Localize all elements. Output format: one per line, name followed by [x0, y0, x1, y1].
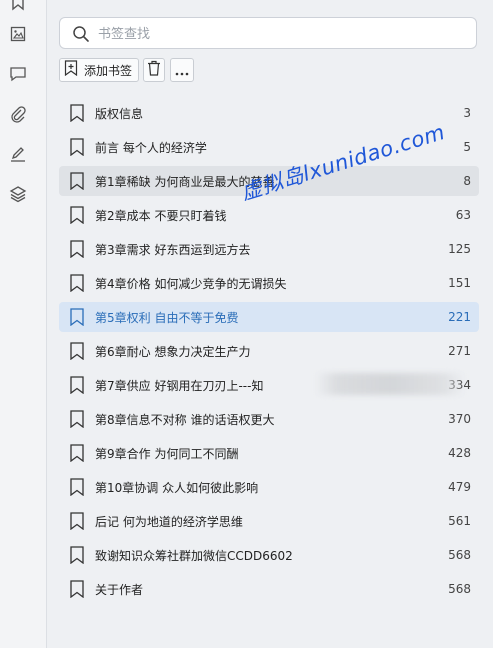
- bookmark-title: 第8章信息不对称 谁的话语权更大: [95, 412, 275, 427]
- bookmark-title: 第6章耐心 想象力决定生产力: [95, 344, 251, 359]
- bookmark-row[interactable]: 第4章价格 如何减少竞争的无谓损失 151: [59, 268, 479, 298]
- bookmark-icon: [70, 274, 84, 292]
- bookmark-row[interactable]: 致谢知识众筹社群加微信CCDD6602 568: [59, 540, 479, 570]
- add-bookmark-icon: [64, 60, 78, 80]
- bookmark-icon: [70, 308, 84, 326]
- add-bookmark-button[interactable]: 添加书签: [59, 58, 139, 82]
- bookmark-row[interactable]: 关于作者 568: [59, 574, 479, 604]
- bookmark-icon: [70, 342, 84, 360]
- bookmark-icon: [70, 512, 84, 530]
- delete-bookmark-button[interactable]: [143, 58, 165, 82]
- trash-icon: [147, 60, 161, 80]
- bookmark-row[interactable]: 第8章信息不对称 谁的话语权更大 370: [59, 404, 479, 434]
- bookmark-page: 479: [448, 480, 471, 494]
- left-icon-rail: [0, 0, 47, 648]
- bookmark-icon[interactable]: [8, 0, 28, 12]
- pen-icon[interactable]: [8, 144, 28, 164]
- bookmark-title: 前言 每个人的经济学: [95, 140, 207, 155]
- bookmark-title: 第9章合作 为何同工不同酬: [95, 446, 239, 461]
- bookmark-row[interactable]: 第3章需求 好东西运到远方去 125: [59, 234, 479, 264]
- bookmark-icon: [70, 410, 84, 428]
- bookmark-title: 第3章需求 好东西运到远方去: [95, 242, 251, 257]
- bookmark-title: 第2章成本 不要只盯着钱: [95, 208, 227, 223]
- bookmark-row[interactable]: 第6章耐心 想象力决定生产力 271: [59, 336, 479, 366]
- bookmark-icon: [70, 444, 84, 462]
- bookmark-panel: 添加书签 版权信息 3 前言 每个人的经济学 5 第1章稀缺 为何商业是最大的慈…: [47, 0, 493, 648]
- search-input[interactable]: [96, 22, 460, 46]
- bookmark-title: 致谢知识众筹社群加微信CCDD6602: [95, 548, 293, 563]
- blur-redaction: [315, 373, 465, 395]
- bookmark-page: 8: [463, 174, 471, 188]
- bookmark-title: 第10章协调 众人如何彼此影响: [95, 480, 259, 495]
- bookmark-page: 221: [448, 310, 471, 324]
- bookmark-icon: [70, 546, 84, 564]
- bookmark-icon: [70, 206, 84, 224]
- bookmark-icon: [70, 580, 84, 598]
- bookmark-search[interactable]: [59, 17, 477, 49]
- comment-icon[interactable]: [8, 64, 28, 84]
- bookmark-page: 125: [448, 242, 471, 256]
- add-bookmark-label: 添加书签: [84, 63, 133, 78]
- bookmark-page: 63: [455, 208, 471, 222]
- attachment-icon[interactable]: [8, 104, 28, 124]
- bookmark-page: 5: [463, 140, 471, 154]
- more-options-button[interactable]: [170, 58, 194, 82]
- bookmark-row[interactable]: 后记 何为地道的经济学思维 561: [59, 506, 479, 536]
- bookmark-title: 第4章价格 如何减少竞争的无谓损失: [95, 276, 287, 291]
- bookmark-icon: [70, 104, 84, 122]
- image-icon[interactable]: [8, 24, 28, 44]
- search-icon: [72, 25, 90, 43]
- bookmark-row[interactable]: 第10章协调 众人如何彼此影响 479: [59, 472, 479, 502]
- bookmark-row-selected[interactable]: 第5章权利 自由不等于免费 221: [59, 302, 479, 332]
- bookmark-page: 271: [448, 344, 471, 358]
- bookmark-row[interactable]: 第9章合作 为何同工不同酬 428: [59, 438, 479, 468]
- bookmark-page: 370: [448, 412, 471, 426]
- bookmark-title: 关于作者: [95, 582, 144, 597]
- bookmark-page: 3: [463, 106, 471, 120]
- bookmark-icon: [70, 478, 84, 496]
- bookmark-title: 第5章权利 自由不等于免费: [95, 310, 239, 325]
- more-icon: [175, 61, 189, 80]
- bookmark-page: 151: [448, 276, 471, 290]
- bookmark-page: 568: [448, 582, 471, 596]
- bookmark-page: 568: [448, 548, 471, 562]
- bookmark-page: 561: [448, 514, 471, 528]
- bookmark-icon: [70, 376, 84, 394]
- bookmark-page: 428: [448, 446, 471, 460]
- bookmark-row[interactable]: 第2章成本 不要只盯着钱 63: [59, 200, 479, 230]
- bookmark-icon: [70, 172, 84, 190]
- layers-icon[interactable]: [8, 184, 28, 204]
- bookmark-icon: [70, 138, 84, 156]
- bookmark-title: 第7章供应 好钢用在刀刃上---知: [95, 378, 264, 393]
- bookmark-icon: [70, 240, 84, 258]
- bookmark-title: 版权信息: [95, 106, 144, 121]
- bookmark-title: 后记 何为地道的经济学思维: [95, 514, 243, 529]
